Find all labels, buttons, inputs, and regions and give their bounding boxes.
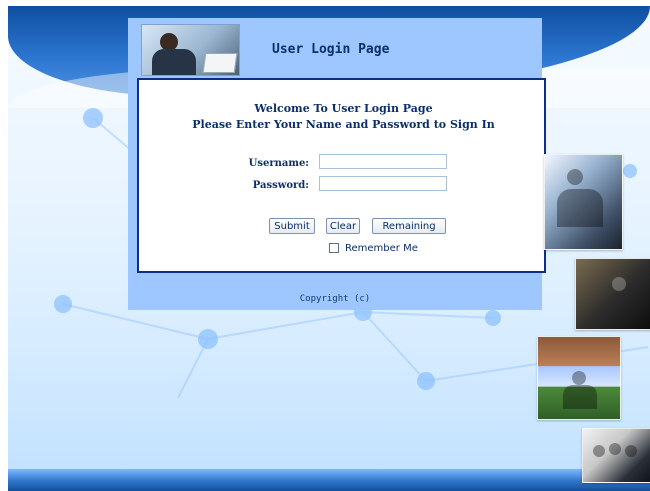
remaining-button[interactable]: Remaining	[372, 218, 446, 234]
photo-person-body	[557, 189, 603, 227]
page-background: User Login Page Welcome To User Login Pa…	[8, 6, 650, 491]
bottom-banner	[8, 469, 650, 491]
password-label: Password:	[252, 180, 309, 191]
password-input[interactable]	[319, 176, 447, 191]
page-title: User Login Page	[272, 42, 390, 57]
submit-button[interactable]: Submit	[269, 218, 315, 234]
decorative-photo-team	[582, 428, 650, 483]
remember-me[interactable]: Remember Me	[329, 241, 418, 255]
username-label: Username:	[248, 158, 309, 169]
remember-me-label: Remember Me	[345, 242, 418, 254]
decorative-photo-office	[575, 258, 650, 330]
photo-person-head	[567, 169, 583, 185]
copyright-text: Copyright (c)	[299, 294, 371, 304]
photo-person-head	[625, 445, 637, 457]
laptop	[202, 53, 238, 73]
decorative-photo-campus	[537, 336, 621, 420]
checkbox-icon[interactable]	[329, 243, 339, 253]
welcome-text: Welcome To User Login Page	[254, 102, 433, 115]
photo-person-body	[563, 385, 597, 409]
decorative-photo-business	[544, 154, 623, 250]
photo-person-head	[609, 443, 621, 455]
header-photo	[141, 24, 240, 76]
photo-person-head	[612, 277, 626, 291]
login-form: Welcome To User Login Page Please Enter …	[137, 78, 546, 273]
photo-person-head	[572, 371, 586, 385]
person-body	[152, 49, 196, 75]
username-input[interactable]	[319, 154, 447, 169]
photo-person-head	[593, 445, 605, 457]
instructions-text: Please Enter Your Name and Password to S…	[192, 118, 495, 131]
clear-button[interactable]: Clear	[326, 218, 360, 234]
